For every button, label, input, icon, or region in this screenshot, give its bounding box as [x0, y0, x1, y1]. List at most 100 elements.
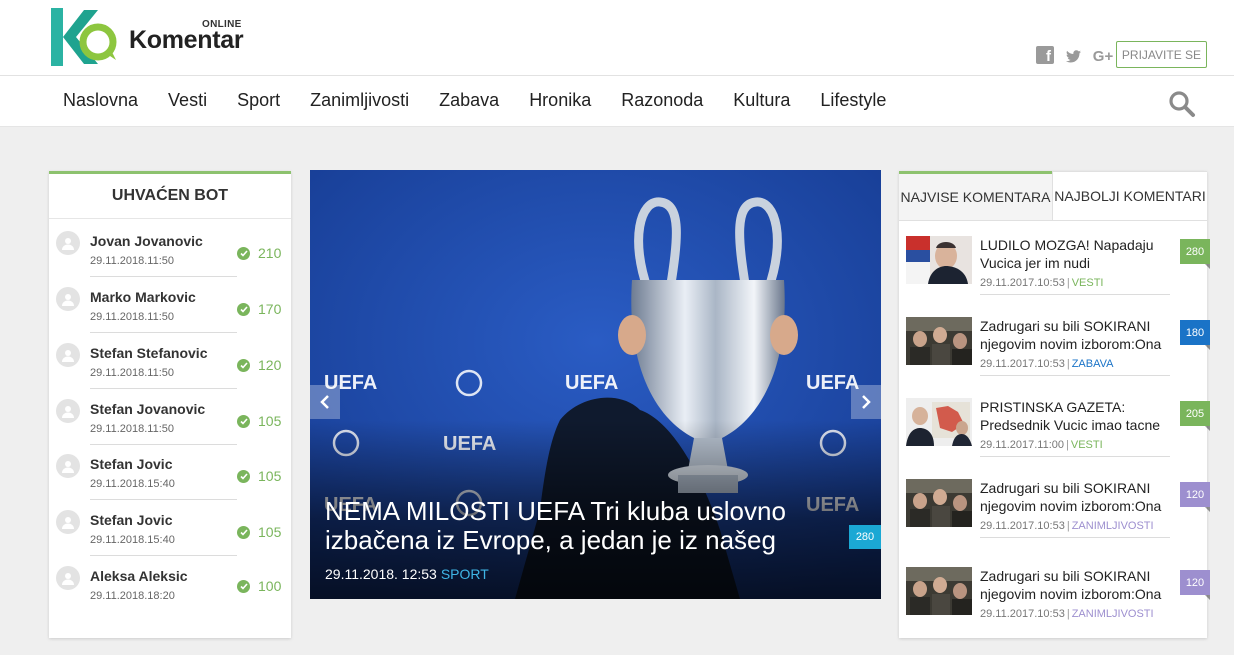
article-title[interactable]: Zadrugari su bili SOKIRANI njegovim novi…	[980, 567, 1170, 603]
timestamp: 29.11.2018.15:40	[90, 534, 175, 546]
category-link[interactable]: VESTI	[1071, 439, 1103, 451]
comment-count-badge: 180	[1180, 320, 1210, 350]
next-slide-button[interactable]	[851, 385, 881, 419]
search-icon[interactable]	[1168, 90, 1196, 118]
logo-icon	[51, 8, 117, 66]
backdrop-text: UEFA	[565, 372, 618, 394]
main-nav: Naslovna Vesti Sport Zanimljivosti Zabav…	[0, 76, 1234, 127]
caught-bot-widget: UHVAĆEN BOT Jovan Jovanovic 29.11.2018.1…	[49, 171, 291, 638]
article-meta: 29.11.2017.10:53 | ZANIMLJIVOSTI	[980, 520, 1154, 532]
site-logo[interactable]: ONLINE Komentar	[50, 8, 250, 68]
nav-item-sport[interactable]: Sport	[222, 76, 295, 126]
list-item[interactable]: PRISTINSKA GAZETA: Predsednik Vucic imao…	[899, 398, 1210, 478]
score: 105	[258, 524, 282, 540]
list-item[interactable]: Stefan Stefanovic 29.11.2018.11:50 120	[49, 337, 291, 393]
list-item[interactable]: Stefan Jovanovic 29.11.2018.11:50 105	[49, 393, 291, 449]
divider	[90, 276, 237, 277]
user-name[interactable]: Stefan Jovanovic	[90, 401, 205, 417]
list-item[interactable]: Stefan Jovic 29.11.2018.15:40 105	[49, 448, 291, 504]
list-item[interactable]: LUDILO MOZGA! Napadaju Vucica jer im nud…	[899, 236, 1210, 316]
avatar-icon	[56, 399, 80, 423]
site-header: ONLINE Komentar f G+ PRIJAVITE SE	[0, 0, 1234, 76]
nav-item-razonoda[interactable]: Razonoda	[606, 76, 718, 126]
article-meta: 29.11.2018. 12:53 SPORT	[325, 566, 489, 582]
comment-count-badge: 120	[1180, 570, 1210, 600]
user-name[interactable]: Stefan Stefanovic	[90, 345, 207, 361]
top-comments-widget: NAJVISE KOMENTARA NAJBOLJI KOMENTARI LUD…	[899, 171, 1210, 638]
user-name[interactable]: Stefan Jovic	[90, 456, 172, 472]
nav-item-zanimljivosti[interactable]: Zanimljivosti	[295, 76, 424, 126]
timestamp: 29.11.2018.11:50	[90, 423, 175, 435]
divider	[980, 456, 1170, 457]
category-link[interactable]: SPORT	[441, 566, 489, 582]
featured-article-slider[interactable]: UEFA UEFA UEFA UEFA UEFA UEFA UEFA	[310, 170, 881, 599]
category-link[interactable]: ZABAVA	[1072, 358, 1114, 370]
prev-slide-button[interactable]	[310, 385, 340, 419]
nav-item-kultura[interactable]: Kultura	[718, 76, 805, 126]
timestamp: 29.11.2017.10:53	[980, 608, 1065, 620]
article-title[interactable]: NEMA MILOSTI UEFA Tri kluba uslovno izba…	[325, 497, 825, 555]
article-meta: 29.11.2017.10:53 | ZANIMLJIVOSTI	[980, 608, 1154, 620]
comment-count-badge: 120	[1180, 482, 1210, 512]
user-name[interactable]: Stefan Jovic	[90, 512, 172, 528]
comment-count-badge: 280	[1180, 239, 1210, 269]
nav-item-zabava[interactable]: Zabava	[424, 76, 514, 126]
timestamp: 29.11.2018.15:40	[90, 478, 175, 490]
article-meta: 29.11.2017.11:00 | VESTI	[980, 439, 1103, 451]
article-thumbnail	[906, 567, 972, 615]
login-button[interactable]: PRIJAVITE SE	[1116, 41, 1207, 68]
score: 105	[258, 468, 282, 484]
widget-title: UHVAĆEN BOT	[49, 174, 291, 219]
score: 120	[258, 357, 282, 373]
timestamp: 29.11.2017.11:00	[980, 439, 1065, 451]
nav-item-hronika[interactable]: Hronika	[514, 76, 606, 126]
divider	[980, 537, 1170, 538]
check-icon	[237, 415, 250, 428]
nav-item-lifestyle[interactable]: Lifestyle	[805, 76, 901, 126]
article-thumbnail	[906, 236, 972, 284]
chevron-left-icon	[320, 395, 329, 409]
timestamp: 29.11.2018. 12:53	[325, 566, 437, 582]
article-title[interactable]: LUDILO MOZGA! Napadaju Vucica jer im nud…	[980, 236, 1170, 272]
googleplus-icon[interactable]: G+	[1090, 46, 1116, 66]
score: 170	[258, 301, 282, 317]
article-title[interactable]: Zadrugari su bili SOKIRANI njegovim novi…	[980, 317, 1170, 353]
category-link[interactable]: ZANIMLJIVOSTI	[1072, 608, 1154, 620]
comment-count-badge: 205	[1180, 401, 1210, 431]
category-link[interactable]: ZANIMLJIVOSTI	[1072, 520, 1154, 532]
avatar-icon	[56, 343, 80, 367]
article-title[interactable]: Zadrugari su bili SOKIRANI njegovim novi…	[980, 479, 1170, 515]
article-thumbnail	[906, 317, 972, 365]
list-item[interactable]: Aleksa Aleksic 29.11.2018.18:20 100	[49, 560, 291, 616]
avatar-icon	[56, 510, 80, 534]
avatar-icon	[56, 566, 80, 590]
twitter-icon[interactable]	[1064, 46, 1082, 66]
user-name[interactable]: Jovan Jovanovic	[90, 233, 203, 249]
article-title[interactable]: PRISTINSKA GAZETA: Predsednik Vucic imao…	[980, 398, 1170, 434]
check-icon	[237, 303, 250, 316]
category-link[interactable]: VESTI	[1072, 277, 1104, 289]
list-item[interactable]: Zadrugari su bili SOKIRANI njegovim novi…	[899, 567, 1210, 647]
timestamp: 29.11.2018.11:50	[90, 367, 175, 379]
article-thumbnail	[906, 479, 972, 527]
user-name[interactable]: Aleksa Aleksic	[90, 568, 188, 584]
list-item[interactable]: Zadrugari su bili SOKIRANI njegovim novi…	[899, 479, 1210, 559]
facebook-icon[interactable]: f	[1036, 46, 1054, 65]
list-item[interactable]: Jovan Jovanovic 29.11.2018.11:50 210	[49, 225, 291, 281]
score: 105	[258, 413, 282, 429]
check-icon	[237, 359, 250, 372]
divider	[90, 444, 237, 445]
list-item[interactable]: Zadrugari su bili SOKIRANI njegovim novi…	[899, 317, 1210, 397]
tab-most-comments[interactable]: NAJVISE KOMENTARA	[899, 171, 1052, 221]
divider	[980, 294, 1170, 295]
divider	[90, 499, 237, 500]
list-item[interactable]: Stefan Jovic 29.11.2018.15:40 105	[49, 504, 291, 560]
nav-item-naslovna[interactable]: Naslovna	[48, 76, 153, 126]
tab-best-comments[interactable]: NAJBOLJI KOMENTARI	[1052, 171, 1207, 221]
score: 210	[258, 245, 282, 261]
user-name[interactable]: Marko Markovic	[90, 289, 196, 305]
timestamp: 29.11.2018.11:50	[90, 311, 175, 323]
check-icon	[237, 580, 250, 593]
list-item[interactable]: Marko Markovic 29.11.2018.11:50 170	[49, 281, 291, 337]
nav-item-vesti[interactable]: Vesti	[153, 76, 222, 126]
